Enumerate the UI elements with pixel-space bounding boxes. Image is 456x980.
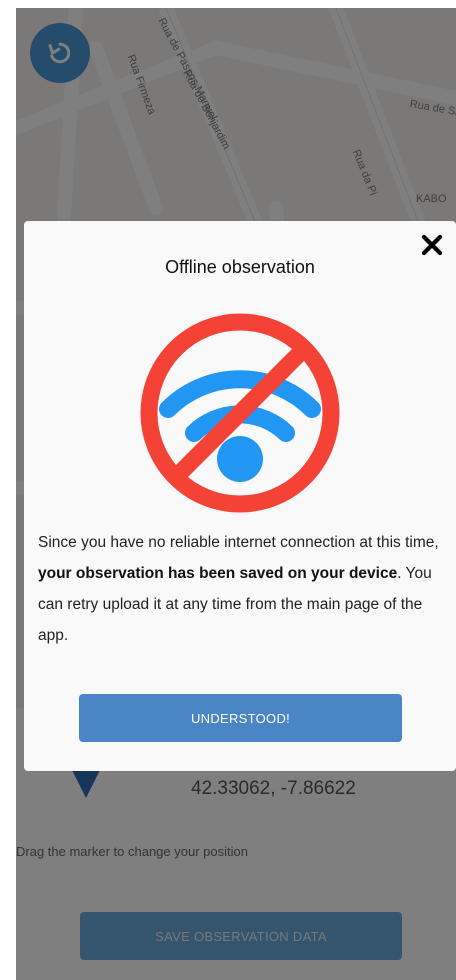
wifi-off-icon xyxy=(140,313,340,513)
app-screen: Rua de Passos Manuel Rua Firmeza Rua do … xyxy=(16,8,456,980)
message-text: Since you have no reliable internet conn… xyxy=(38,534,439,551)
message-emphasis: your observation has been saved on your … xyxy=(38,565,398,582)
dialog-title: Offline observation xyxy=(165,257,315,277)
dialog-message: Since you have no reliable internet conn… xyxy=(38,527,442,651)
close-icon xyxy=(421,234,443,256)
understood-button[interactable]: UNDERSTOOD! xyxy=(79,694,402,742)
close-button[interactable] xyxy=(418,231,446,259)
offline-observation-dialog: Offline observation Since you have no re… xyxy=(24,221,456,771)
